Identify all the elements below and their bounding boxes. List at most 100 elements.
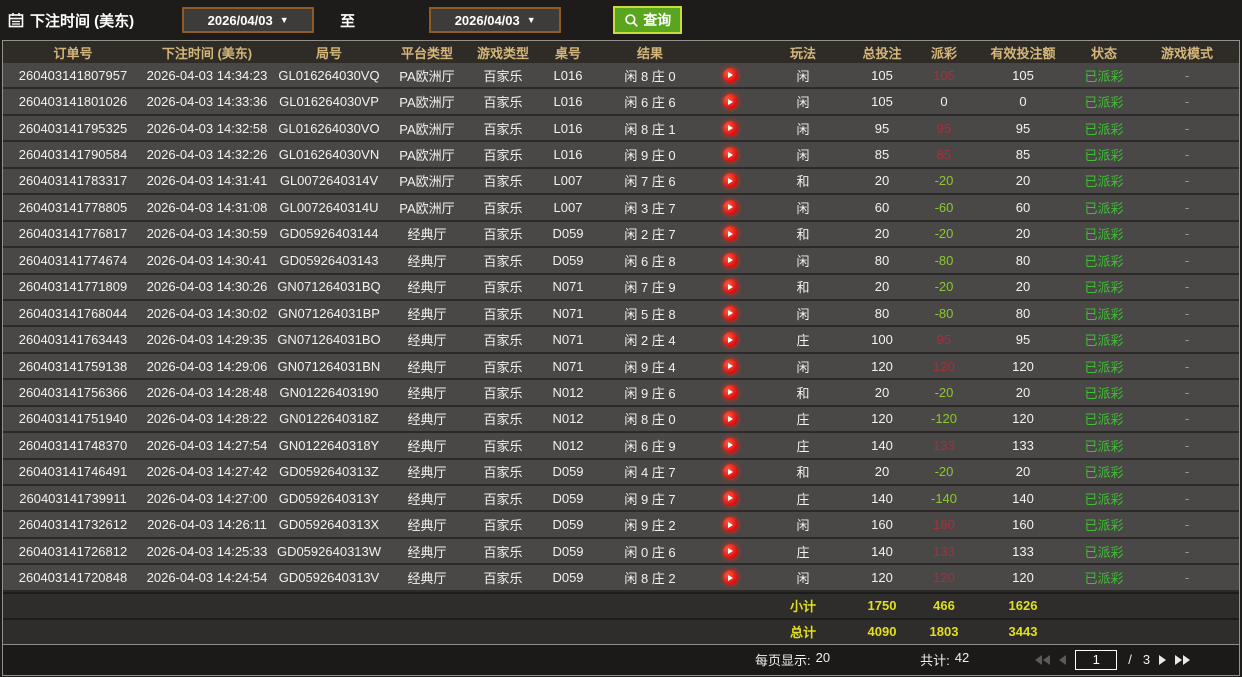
play-video-icon[interactable]: [722, 226, 738, 242]
col-header-play: 玩法: [789, 45, 816, 61]
total-bet: 140: [871, 490, 893, 506]
valid-bet: 20: [1015, 173, 1031, 189]
payout: -60: [934, 199, 954, 215]
result: 闲 2 庄 4: [624, 333, 676, 349]
play-video-icon[interactable]: [722, 305, 738, 321]
game-type: 百家乐: [483, 571, 523, 587]
subtotal-row: 小计 1750 466 1626: [3, 591, 1239, 618]
table-number: L007: [553, 173, 583, 189]
search-button[interactable]: 查询: [613, 6, 683, 34]
next-page-button[interactable]: [1159, 654, 1167, 665]
game-type: 百家乐: [483, 491, 523, 507]
page-title: 下注时间 (美东): [8, 10, 134, 31]
col-header-status: 状态: [1090, 45, 1117, 61]
play-video-icon[interactable]: [722, 543, 738, 559]
order-number: 260403141720848: [18, 570, 128, 586]
bet-type: 闲: [796, 571, 810, 587]
table-number: D059: [552, 543, 584, 559]
round-id: GL0072640314V: [279, 173, 379, 189]
page-number-input[interactable]: [1075, 649, 1118, 670]
order-number: 260403141801026: [18, 94, 128, 110]
video-cell: [703, 222, 757, 246]
play-video-icon[interactable]: [722, 384, 738, 400]
result: 闲 8 庄 2: [624, 571, 676, 587]
play-video-icon[interactable]: [722, 199, 738, 215]
order-number: 260403141726812: [18, 543, 128, 559]
total-bet: 60: [874, 199, 890, 215]
valid-bet: 120: [1012, 358, 1034, 374]
date-to-select[interactable]: 2026/04/03 ▼: [429, 7, 562, 33]
valid-bet: 133: [1012, 437, 1034, 453]
payout: -20: [934, 226, 954, 242]
play-video-icon[interactable]: [722, 173, 738, 189]
video-cell: [703, 63, 757, 87]
video-cell: [703, 169, 757, 193]
bet-time: 2026-04-03 14:33:36: [146, 94, 268, 110]
play-video-icon[interactable]: [722, 94, 738, 110]
payout: 0: [940, 94, 948, 110]
game-type: 百家乐: [483, 412, 523, 428]
grandtotal-row: 总计 4090 1803 3443: [3, 617, 1239, 644]
bet-type: 庄: [796, 491, 810, 507]
play-video-icon[interactable]: [722, 517, 738, 533]
play-video-icon[interactable]: [722, 120, 738, 136]
payout: -20: [934, 173, 954, 189]
result: 闲 0 庄 6: [624, 544, 676, 560]
order-number: 260403141751940: [18, 411, 128, 427]
date-range-to-label: 至: [340, 12, 356, 30]
status-badge: 已派彩: [1084, 385, 1124, 401]
total-bet: 20: [874, 279, 890, 295]
result: 闲 5 庄 8: [624, 306, 676, 322]
total-bet: 140: [871, 543, 893, 559]
valid-bet: 20: [1015, 384, 1031, 400]
total-bet: 100: [871, 332, 893, 348]
pager: / 3: [1035, 649, 1191, 670]
status-badge: 已派彩: [1084, 465, 1124, 481]
payout: 160: [933, 517, 955, 533]
table-number: N071: [552, 305, 584, 321]
bet-type: 庄: [796, 412, 810, 428]
first-page-button[interactable]: [1035, 654, 1051, 665]
status-badge: 已派彩: [1084, 253, 1124, 269]
play-video-icon[interactable]: [722, 570, 738, 586]
bet-type: 闲: [796, 95, 810, 111]
bet-type: 庄: [796, 438, 810, 454]
status-badge: 已派彩: [1084, 280, 1124, 296]
round-id: GL016264030VP: [279, 94, 379, 110]
table-row: 260403141720848 2026-04-03 14:24:54 GD0592…: [3, 565, 1239, 592]
table-row: 260403141768044 2026-04-03 14:30:02 GN0712…: [3, 300, 1239, 328]
date-from-select[interactable]: 2026/04/03 ▼: [182, 7, 315, 33]
prev-page-button[interactable]: [1059, 654, 1067, 665]
payout: 133: [933, 437, 955, 453]
play-video-icon[interactable]: [722, 490, 738, 506]
platform-type: PA欧洲厅: [399, 121, 455, 137]
play-video-icon[interactable]: [722, 411, 738, 427]
play-video-icon[interactable]: [722, 67, 738, 83]
status-badge: 已派彩: [1084, 121, 1124, 137]
play-video-icon[interactable]: [722, 358, 738, 374]
total-count-info: 共计: 42: [920, 650, 969, 669]
platform-type: 经典厅: [407, 306, 447, 322]
bet-time: 2026-04-03 14:25:33: [146, 543, 268, 559]
subtotal-label: 小计: [789, 599, 816, 615]
round-id: GD0592640313W: [276, 543, 382, 559]
play-video-icon[interactable]: [722, 332, 738, 348]
play-video-icon[interactable]: [722, 279, 738, 295]
play-video-icon[interactable]: [722, 464, 738, 480]
valid-bet: 85: [1015, 147, 1031, 163]
play-video-icon[interactable]: [722, 252, 738, 268]
col-header-platform: 平台类型: [400, 45, 453, 61]
platform-type: 经典厅: [407, 280, 447, 296]
video-cell: [703, 116, 757, 140]
play-video-icon[interactable]: [722, 147, 738, 163]
game-mode: -: [1184, 332, 1190, 348]
last-page-button[interactable]: [1175, 654, 1191, 665]
round-id: GD0592640313Z: [279, 464, 379, 480]
table-number: D059: [552, 517, 584, 533]
game-mode: -: [1184, 279, 1190, 295]
bet-type: 闲: [796, 200, 810, 216]
bet-history-page: 下注时间 (美东) 2026/04/03 ▼ 至 2026/04/03 ▼ 查询…: [0, 0, 1242, 677]
play-video-icon[interactable]: [722, 437, 738, 453]
valid-bet: 140: [1012, 490, 1034, 506]
game-type: 百家乐: [483, 68, 523, 84]
